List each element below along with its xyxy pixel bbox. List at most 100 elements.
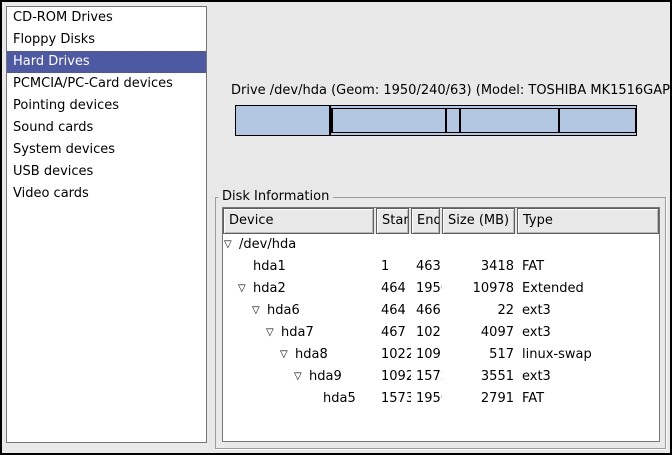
disk-table: Device Start End Size (MB) Type ▽ /dev/h…: [222, 207, 660, 442]
device-cell: ▽ /dev/hda: [223, 234, 376, 256]
device-label: hda8: [295, 344, 328, 366]
device-label: hda6: [267, 300, 300, 322]
sidebar-item-cd-rom-drives[interactable]: CD-ROM Drives: [7, 7, 206, 29]
column-header-size-mb[interactable]: Size (MB): [442, 208, 515, 234]
device-label: hda2: [253, 278, 286, 300]
type-cell: ext3: [517, 322, 659, 344]
end-cell: 1950: [411, 278, 442, 300]
end-cell: 1021: [411, 322, 442, 344]
size-cell: 10978: [442, 278, 517, 300]
type-cell: linux-swap: [517, 344, 659, 366]
partition-segment-hda7: [332, 108, 446, 133]
disk-information-groupbox: Disk Information Device Start End Size (…: [215, 197, 666, 449]
partition-segment-hda5: [559, 108, 636, 133]
type-cell: [517, 234, 659, 256]
sidebar-item-label: Pointing devices: [13, 98, 119, 113]
table-row-hda7[interactable]: ▽ hda7 467 1021 4097 ext3: [223, 322, 659, 344]
expander-icon[interactable]: ▽: [280, 344, 295, 366]
expander-icon[interactable]: ▽: [266, 322, 281, 344]
column-header-end[interactable]: End: [411, 208, 440, 234]
expander-icon[interactable]: ▽: [224, 234, 239, 256]
drive-title: Drive /dev/hda (Geom: 1950/240/63) (Mode…: [231, 83, 637, 98]
size-cell: [442, 234, 517, 256]
device-label: /dev/hda: [239, 234, 296, 256]
sidebar-item-label: USB devices: [13, 164, 93, 179]
sidebar-item-label: Hard Drives: [13, 54, 90, 69]
table-row-hda2[interactable]: ▽ hda2 464 1950 10978 Extended: [223, 278, 659, 300]
device-cell: ▽ hda6: [223, 300, 376, 322]
table-row-hda8[interactable]: ▽ hda8 1022 1091 517 linux-swap: [223, 344, 659, 366]
end-cell: 463: [411, 256, 442, 278]
sidebar-item-video-cards[interactable]: Video cards: [7, 183, 206, 205]
sidebar-item-label: Sound cards: [13, 120, 93, 135]
expander-icon[interactable]: ▽: [238, 278, 253, 300]
start-cell: 1573: [376, 388, 411, 410]
column-header-device[interactable]: Device: [223, 208, 374, 234]
sidebar-item-floppy-disks[interactable]: Floppy Disks: [7, 29, 206, 51]
sidebar-item-usb-devices[interactable]: USB devices: [7, 161, 206, 183]
end-cell: 466: [411, 300, 442, 322]
start-cell: 1022: [376, 344, 411, 366]
device-cell: hda5: [223, 388, 376, 410]
device-label: hda1: [253, 256, 286, 278]
end-cell: 1091: [411, 344, 442, 366]
end-cell: 1572: [411, 366, 442, 388]
start-cell: [376, 234, 411, 256]
size-cell: 3418: [442, 256, 517, 278]
sidebar-item-pointing-devices[interactable]: Pointing devices: [7, 95, 206, 117]
disk-table-body: ▽ /dev/hda hda1 1 463 3418 FAT ▽ hda2 46…: [223, 234, 659, 410]
partition-segment-hda2: [330, 105, 637, 136]
device-cell: ▽ hda9: [223, 366, 376, 388]
start-cell: 1: [376, 256, 411, 278]
size-cell: 517: [442, 344, 517, 366]
sidebar-item-label: Floppy Disks: [13, 32, 95, 47]
end-cell: 1950: [411, 388, 442, 410]
device-label: hda5: [323, 388, 356, 410]
device-cell: ▽ hda2: [223, 278, 376, 300]
disk-information-label: Disk Information: [218, 189, 333, 205]
size-cell: 22: [442, 300, 517, 322]
sidebar-item-label: Video cards: [13, 186, 89, 201]
start-cell: 1092: [376, 366, 411, 388]
type-cell: ext3: [517, 366, 659, 388]
sidebar-item-hard-drives[interactable]: Hard Drives: [7, 51, 206, 73]
device-label: hda9: [309, 366, 342, 388]
sidebar-item-sound-cards[interactable]: Sound cards: [7, 117, 206, 139]
table-row-hda1[interactable]: hda1 1 463 3418 FAT: [223, 256, 659, 278]
hardware-browser-window: CD-ROM Drives Floppy Disks Hard Drives P…: [0, 0, 672, 455]
size-cell: 2791: [442, 388, 517, 410]
start-cell: 464: [376, 300, 411, 322]
start-cell: 464: [376, 278, 411, 300]
disk-table-header: Device Start End Size (MB) Type: [223, 208, 659, 234]
sidebar-item-label: CD-ROM Drives: [13, 10, 113, 25]
partition-bar: [235, 105, 637, 136]
start-cell: 467: [376, 322, 411, 344]
device-cell: ▽ hda8: [223, 344, 376, 366]
partition-segment-hda1: [235, 105, 330, 136]
sidebar-item-system-devices[interactable]: System devices: [7, 139, 206, 161]
sidebar-item-pcmcia-pc-card-devices[interactable]: PCMCIA/PC-Card devices: [7, 73, 206, 95]
column-header-start[interactable]: Start: [376, 208, 409, 234]
size-cell: 3551: [442, 366, 517, 388]
column-header-type[interactable]: Type: [517, 208, 659, 234]
table-row-hda6[interactable]: ▽ hda6 464 466 22 ext3: [223, 300, 659, 322]
type-cell: ext3: [517, 300, 659, 322]
expander-icon[interactable]: ▽: [294, 366, 309, 388]
device-label: hda7: [281, 322, 314, 344]
device-cell: hda1: [223, 256, 376, 278]
table-row-dev-hda[interactable]: ▽ /dev/hda: [223, 234, 659, 256]
device-cell: ▽ hda7: [223, 322, 376, 344]
type-cell: Extended: [517, 278, 659, 300]
sidebar-item-label: System devices: [13, 142, 115, 157]
table-row-hda5[interactable]: hda5 1573 1950 2791 FAT: [223, 388, 659, 410]
type-cell: FAT: [517, 388, 659, 410]
partition-segment-hda8: [446, 108, 460, 133]
table-row-hda9[interactable]: ▽ hda9 1092 1572 3551 ext3: [223, 366, 659, 388]
sidebar-item-label: PCMCIA/PC-Card devices: [13, 76, 173, 91]
expander-icon[interactable]: ▽: [252, 300, 267, 322]
partition-segment-hda9: [460, 108, 559, 133]
size-cell: 4097: [442, 322, 517, 344]
type-cell: FAT: [517, 256, 659, 278]
end-cell: [411, 234, 442, 256]
device-category-list: CD-ROM Drives Floppy Disks Hard Drives P…: [6, 6, 207, 443]
